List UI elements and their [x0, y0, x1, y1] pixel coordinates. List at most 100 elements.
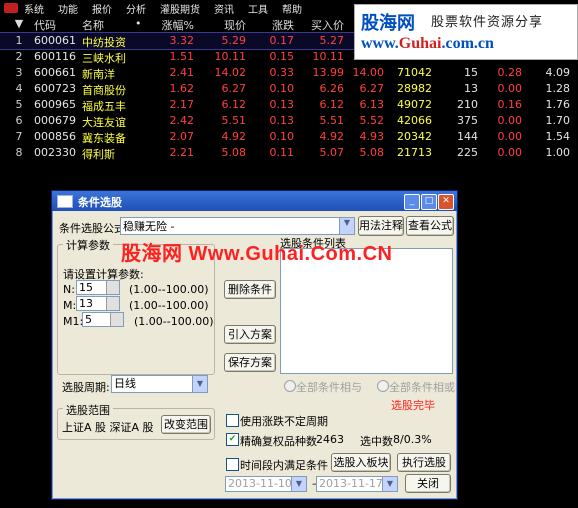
stock-bid: 6.26 [319, 82, 345, 95]
stock-code: 000679 [34, 114, 76, 127]
stock-current-vol: 210 [457, 98, 478, 111]
param-n-stepper[interactable]: 15 [76, 280, 120, 295]
sort-arrow-icon[interactable]: ▼ [12, 17, 26, 30]
menu-item-quote[interactable]: 报价 [92, 1, 112, 16]
menu-item-function[interactable]: 功能 [58, 1, 78, 16]
radio-or[interactable] [377, 380, 389, 392]
stock-speed: 0.16 [497, 98, 523, 111]
date-from-select[interactable]: 2013-11-10 ▼ [225, 476, 307, 492]
row-index: 1 [15, 34, 23, 47]
col-header-change[interactable]: 涨跌 [252, 17, 294, 33]
calc-params-title: 计算参数 [63, 237, 113, 253]
stock-change: 0.11 [269, 146, 295, 159]
stock-code: 600061 [34, 34, 76, 47]
chevron-down-icon[interactable]: ▼ [291, 477, 306, 491]
add-to-block-button[interactable]: 选股入板块 [331, 453, 391, 472]
range-value: 上证A 股 深证A 股 [62, 421, 154, 434]
table-row[interactable]: 4 600723 首商股份 1.62 6.27 0.10 6.26 6.27 28982 13 0.… [0, 81, 578, 97]
col-header-code[interactable]: 代码 [34, 17, 82, 33]
watermark-logo: 股海网 股票软件资源分享 www.Guhai.com.cn [354, 4, 578, 60]
menu-item-analysis[interactable]: 分析 [126, 1, 146, 16]
stock-price: 10.11 [214, 50, 247, 63]
stock-current-vol: 225 [457, 146, 478, 159]
stock-pct: 1.51 [169, 50, 195, 63]
stock-code: 600661 [34, 66, 76, 79]
radio-and[interactable] [284, 380, 296, 392]
param-m-stepper[interactable]: 13 [76, 296, 120, 311]
view-formula-button[interactable]: 查看公式 [406, 216, 454, 236]
menu-item-help[interactable]: 帮助 [282, 1, 302, 16]
range-group-title: 选股范围 [63, 402, 113, 418]
date-to-select[interactable]: 2013-11-17 ▼ [316, 476, 398, 492]
dialog-titlebar[interactable]: 条件选股 _ □ ✕ [52, 191, 457, 211]
stock-price: 14.02 [214, 66, 247, 79]
stock-pct: 2.41 [169, 66, 195, 79]
stock-bid: 5.51 [319, 114, 345, 127]
row-index: 6 [15, 114, 23, 127]
param-m1-label: M1: [63, 315, 84, 328]
stock-change: 0.33 [269, 66, 295, 79]
save-plan-button[interactable]: 保存方案 [224, 353, 276, 372]
row-index: 7 [15, 130, 23, 143]
stock-volume: 21713 [397, 146, 432, 159]
period-value: 日线 [114, 377, 136, 390]
run-screen-button[interactable]: 执行选股 [397, 453, 451, 472]
watermark-url: www.Guhai.com.cn [361, 35, 494, 52]
table-row[interactable]: 8 002330 得利斯 2.21 5.08 0.11 5.07 5.08 21713 225 0.… [0, 145, 578, 161]
stock-bid: 4.92 [319, 130, 345, 143]
table-row[interactable]: 6 000679 大连友谊 2.42 5.51 0.13 5.51 5.52 42066 375 0… [0, 113, 578, 129]
close-button[interactable]: 关闭 [405, 474, 451, 493]
minimize-icon[interactable]: _ [404, 194, 420, 210]
selected-label: 选中数 [360, 435, 393, 448]
row-index: 3 [15, 66, 23, 79]
count-label: 品种数 [284, 435, 317, 448]
menu-item-system[interactable]: 系统 [24, 1, 44, 16]
menu-item-info[interactable]: 资讯 [214, 1, 234, 16]
radio-or-label: 全部条件相或 [389, 381, 455, 394]
formula-select[interactable]: 稳赚无险 - ▼ [120, 217, 355, 235]
col-header-price[interactable]: 现价 [204, 17, 246, 33]
chevron-down-icon[interactable]: ▼ [192, 376, 207, 392]
stock-bid: 10.11 [312, 50, 345, 63]
row-index: 2 [15, 50, 23, 63]
menu-item-tools[interactable]: 工具 [248, 1, 268, 16]
uncertain-period-checkbox[interactable] [226, 414, 239, 427]
chevron-down-icon[interactable]: ▼ [339, 218, 354, 234]
stock-turnover: 1.00 [545, 146, 571, 159]
exact-adjust-label: 精确复权 [240, 435, 284, 448]
period-condition-label: 时间段内满足条件 [240, 459, 328, 472]
condition-list[interactable] [280, 248, 453, 374]
stock-pct: 2.07 [169, 130, 195, 143]
exact-adjust-checkbox[interactable]: ✔ [226, 433, 239, 446]
col-header-bid[interactable]: 买入价 [302, 17, 344, 33]
stock-turnover: 1.70 [545, 114, 571, 127]
change-range-button[interactable]: 改变范围 [161, 415, 211, 434]
stock-name: 新南洋 [82, 68, 115, 81]
stock-turnover: 1.28 [545, 82, 571, 95]
table-row[interactable]: 7 000856 冀东装备 2.07 4.92 0.10 4.92 4.93 20342 144 0… [0, 129, 578, 145]
param-m1-stepper[interactable]: 5 [82, 312, 124, 327]
app-logo-icon [4, 3, 18, 13]
close-icon[interactable]: ✕ [438, 194, 454, 210]
period-select[interactable]: 日线 ▼ [111, 375, 208, 393]
stock-change: 0.17 [269, 34, 295, 47]
stock-code: 000856 [34, 130, 76, 143]
chevron-down-icon[interactable]: ▼ [382, 477, 397, 491]
col-header-pct[interactable]: 涨幅% [150, 17, 194, 33]
stock-ask: 6.13 [359, 98, 385, 111]
stock-speed: 0.00 [497, 146, 523, 159]
delete-condition-button[interactable]: 删除条件 [224, 280, 276, 299]
usage-notes-button[interactable]: 用法注释 [358, 216, 404, 236]
maximize-icon[interactable]: □ [421, 194, 437, 210]
table-row[interactable]: 3 600661 新南洋 2.41 14.02 0.33 13.99 14.00 71042 15… [0, 65, 578, 81]
period-condition-checkbox[interactable] [226, 458, 239, 471]
status-text: 选股完毕 [391, 399, 435, 412]
menu-item-futures[interactable]: 灌股期货 [160, 1, 200, 16]
table-row[interactable]: 5 600965 福成五丰 2.17 6.12 0.13 6.12 6.13 49072 210 0… [0, 97, 578, 113]
import-plan-button[interactable]: 引入方案 [224, 325, 276, 344]
col-header-name[interactable]: 名称 [82, 17, 152, 33]
col-header-dot: • [135, 17, 142, 30]
stock-current-vol: 13 [464, 82, 478, 95]
stock-ask: 14.00 [352, 66, 385, 79]
stock-price: 6.12 [221, 98, 247, 111]
